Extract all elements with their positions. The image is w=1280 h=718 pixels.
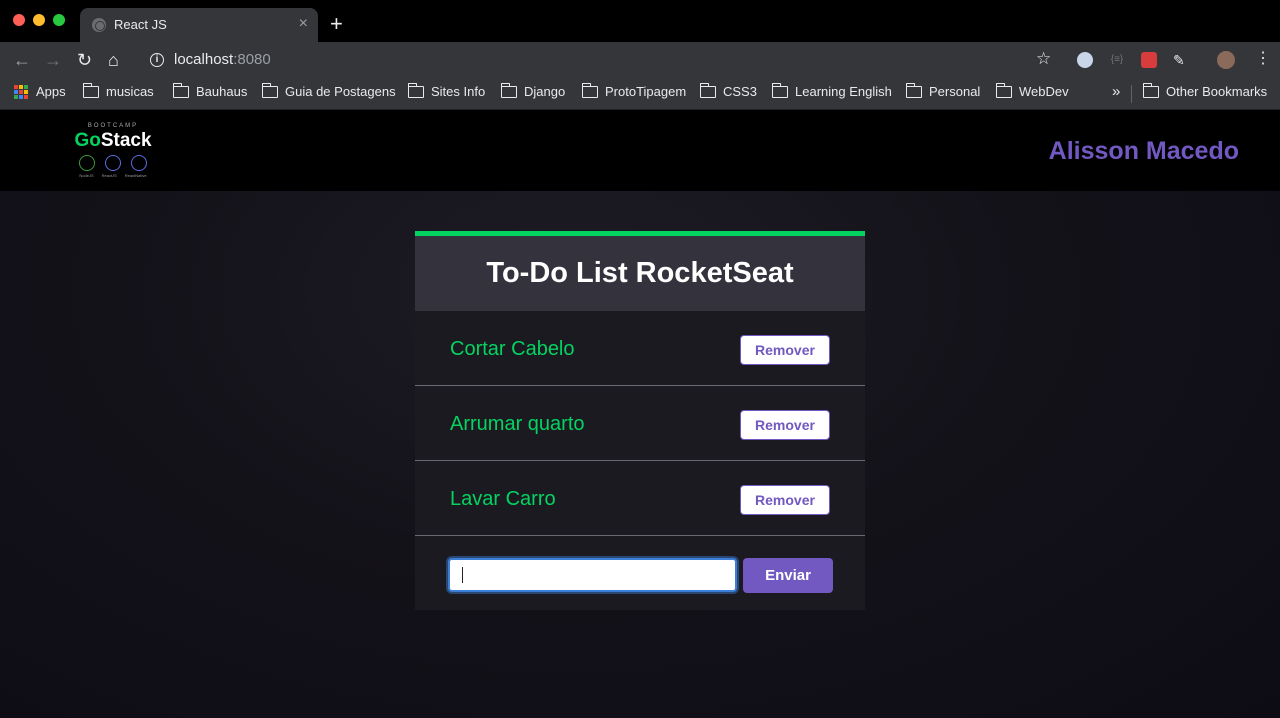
extension-red-icon[interactable] (1141, 52, 1157, 68)
todo-item-text: Arrumar quarto (450, 413, 585, 435)
submit-button[interactable]: Enviar (743, 558, 833, 593)
bookmark-label: Guia de Postagens (285, 84, 396, 99)
extension-pen-icon[interactable]: ✎ (1173, 52, 1189, 68)
logo-tech-label: ReactJS (101, 173, 117, 178)
bookmark-folder[interactable]: musicas (82, 82, 154, 99)
page-viewport: BOOTCAMP GoStack NodeJS ReactJS ReactNat… (0, 111, 1280, 718)
todo-item-text: Cortar Cabelo (450, 338, 575, 360)
remove-button[interactable]: Remover (740, 335, 830, 365)
folder-icon (581, 82, 598, 98)
folder-icon (407, 82, 424, 98)
bookmark-label: Django (524, 84, 566, 99)
extension-json-icon[interactable]: {≡} (1109, 52, 1125, 68)
react-native-icon (131, 155, 147, 171)
bookmark-folder[interactable]: ProtoTipagem (581, 82, 687, 99)
bookmarks-bar: Apps musicas Bauhaus Guia de Postagens S… (0, 78, 1280, 110)
window-titlebar: React JS × + (0, 0, 1280, 42)
bookmark-folder[interactable]: WebDev (995, 82, 1069, 99)
bookmark-label: Apps (36, 84, 66, 99)
react-icon (105, 155, 121, 171)
back-arrow-icon[interactable]: ← (13, 50, 31, 70)
remove-button[interactable]: Remover (740, 485, 830, 515)
todo-card-header: To-Do List RocketSeat (415, 236, 865, 311)
forward-arrow-icon[interactable]: → (44, 50, 62, 70)
user-name: Alisson Macedo (1048, 137, 1239, 165)
logo-tech-label: ReactNative (124, 173, 147, 178)
bookmark-folder[interactable]: Personal (905, 82, 981, 99)
bookmark-label: Sites Info (431, 84, 486, 99)
bookmark-folder[interactable]: Sites Info (407, 82, 486, 99)
url-host: localhost (174, 51, 234, 68)
bookmark-folder[interactable]: Learning English (771, 82, 892, 99)
extension-shield-icon[interactable] (1077, 52, 1093, 68)
folder-icon (82, 82, 99, 98)
logo-tech-label: NodeJS (79, 173, 94, 178)
logo-wordmark: GoStack (58, 130, 168, 152)
minimize-window-button[interactable] (33, 14, 45, 26)
apps-grid-icon (14, 84, 28, 99)
folder-icon (261, 82, 278, 98)
bookmark-label: Bauhaus (196, 84, 248, 99)
todo-item: Arrumar quarto Remover (415, 386, 865, 461)
home-icon[interactable]: ⌂ (108, 50, 119, 70)
bookmarks-divider (1131, 85, 1132, 103)
logo-bootcamp-text: BOOTCAMP (87, 123, 139, 129)
tab-title: React JS (114, 17, 167, 32)
nodejs-icon (79, 155, 95, 171)
more-bookmarks-icon[interactable]: » (1112, 83, 1120, 100)
maximize-window-button[interactable] (53, 14, 65, 26)
todo-item: Cortar Cabelo Remover (415, 311, 865, 386)
close-tab-icon[interactable]: × (299, 15, 308, 33)
folder-icon (699, 82, 716, 98)
logo-go-text: Go (74, 130, 101, 151)
bookmark-label: Learning English (795, 84, 892, 99)
folder-icon (995, 82, 1012, 98)
todo-item-text: Lavar Carro (450, 488, 556, 510)
profile-avatar[interactable] (1217, 51, 1235, 69)
browser-toolbar: ← → ↻ ⌂ i localhost:8080 ☆ {≡} ✎ ⋮ (0, 42, 1280, 78)
bookmark-label: ProtoTipagem (605, 84, 687, 99)
bookmark-folder[interactable]: Django (500, 82, 566, 99)
folder-icon (1142, 82, 1159, 98)
more-menu-icon[interactable]: ⋮ (1255, 50, 1271, 68)
reload-icon[interactable]: ↻ (77, 50, 92, 70)
bookmark-apps[interactable]: Apps (14, 84, 66, 99)
text-caret (462, 567, 463, 583)
remove-button[interactable]: Remover (740, 410, 830, 440)
bookmark-star-icon[interactable]: ☆ (1036, 49, 1051, 69)
page-title: To-Do List RocketSeat (486, 257, 794, 289)
bookmark-folder[interactable]: Bauhaus (172, 82, 248, 99)
todo-card: To-Do List RocketSeat Cortar Cabelo Remo… (415, 231, 865, 610)
url-port: :8080 (233, 51, 271, 68)
gostack-logo: BOOTCAMP GoStack NodeJS ReactJS ReactNat… (58, 117, 168, 185)
bookmark-other[interactable]: Other Bookmarks (1142, 82, 1268, 99)
app-header: BOOTCAMP GoStack NodeJS ReactJS ReactNat… (0, 111, 1280, 191)
todo-item: Lavar Carro Remover (415, 461, 865, 536)
folder-icon (905, 82, 922, 98)
bookmark-label: musicas (106, 84, 154, 99)
bookmark-label: CSS3 (723, 84, 757, 99)
address-bar[interactable]: localhost:8080 (174, 51, 271, 68)
logo-tech-labels: NodeJS ReactJS ReactNative (58, 173, 168, 178)
close-window-button[interactable] (13, 14, 25, 26)
logo-stack-text: Stack (100, 130, 152, 151)
globe-icon (92, 18, 106, 32)
folder-icon (172, 82, 189, 98)
bookmark-folder[interactable]: Guia de Postagens (261, 82, 396, 99)
new-tab-button[interactable]: + (330, 13, 343, 35)
browser-tab[interactable]: React JS × (80, 8, 318, 42)
folder-icon (500, 82, 517, 98)
bookmark-folder[interactable]: CSS3 (699, 82, 757, 99)
logo-tech-icons (58, 155, 168, 171)
todo-input[interactable] (448, 558, 737, 592)
bookmark-label: Personal (929, 84, 981, 99)
folder-icon (771, 82, 788, 98)
bookmark-label: WebDev (1019, 84, 1069, 99)
bookmark-label: Other Bookmarks (1166, 84, 1268, 99)
info-icon[interactable]: i (150, 53, 164, 67)
add-todo-form: Enviar (415, 536, 865, 611)
